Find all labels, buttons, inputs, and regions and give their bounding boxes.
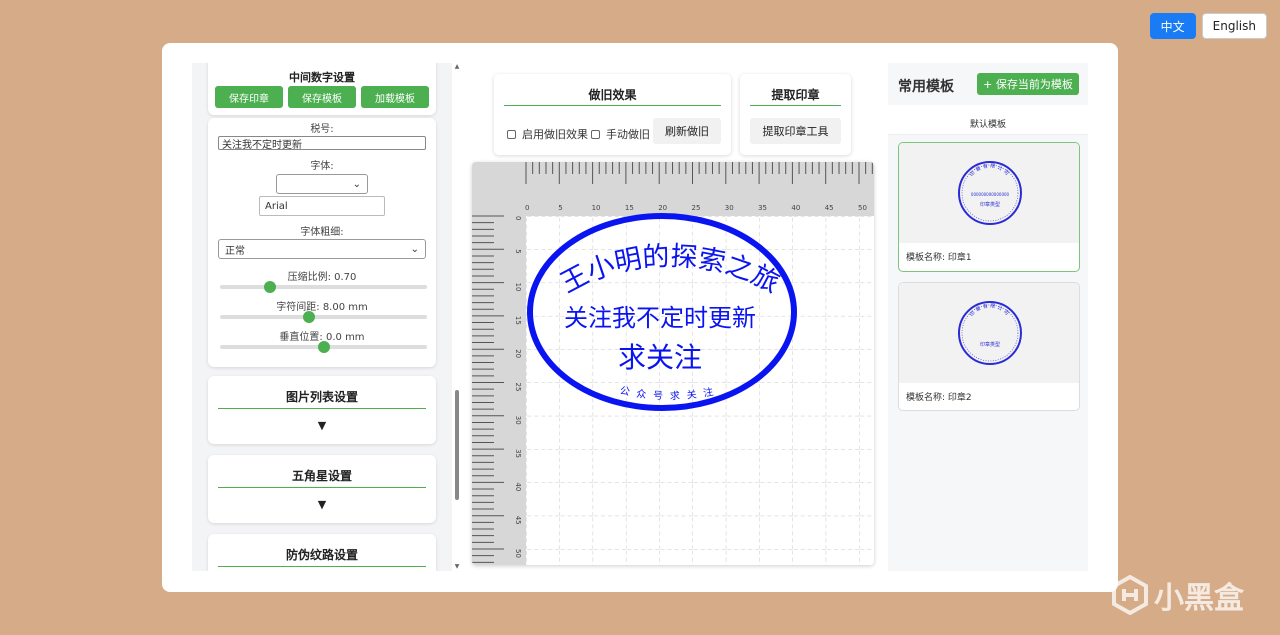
sidebar-scrollbar[interactable]: ▲ ▼ [454, 63, 460, 571]
extract-stamp-card: 提取印章 提取印章工具 [740, 74, 851, 155]
templates-sidebar: 常用模板 + 保存当前为模板 默认模板 印章有限公司 0000000000000… [888, 63, 1088, 571]
aging-title: 做旧效果 [588, 88, 637, 102]
svg-text:印章类型: 印章类型 [980, 341, 1000, 348]
template-stamp-1: 印章有限公司 000000000000000 印章类型 [958, 161, 1022, 225]
expand-arrow-icon[interactable]: ▼ [208, 409, 436, 432]
save-stamp-button[interactable]: 保存印章 [215, 86, 283, 108]
template-preview-1: 印章有限公司 000000000000000 印章类型 [899, 143, 1079, 243]
compress-label: 压缩比例: 0.70 [287, 272, 357, 283]
template-card-1[interactable]: 印章有限公司 000000000000000 印章类型 模板名称: 印章1 [898, 142, 1080, 272]
ruler-left-label: 5 [514, 249, 522, 253]
ruler-left-label: 30 [514, 416, 522, 425]
middle-text-title: 中间数字设置 [289, 71, 355, 84]
watermark: 小黑盒 [1112, 573, 1244, 617]
compress-slider[interactable] [220, 281, 427, 293]
font-label: 字体: [310, 161, 334, 172]
chevron-down-icon: ⌄ [352, 178, 361, 190]
ruler-top-label: 30 [725, 204, 734, 212]
middle-text-panel: 中间数字设置 保存印章 保存模板 加载模板 [208, 63, 436, 115]
image-list-title: 图片列表设置 [285, 390, 358, 404]
save-current-template-button[interactable]: + 保存当前为模板 [977, 73, 1079, 95]
anti-fake-title: 防伪纹路设置 [285, 548, 358, 562]
spacing-slider-thumb[interactable] [303, 311, 315, 323]
font-name-input[interactable]: Arial [259, 196, 385, 216]
app-card: 中间数字设置 保存印章 保存模板 加载模板 税号: 关注我不定时更新 字体: ⌄… [162, 43, 1118, 592]
star-panel[interactable]: 五角星设置 ▼ [208, 455, 436, 523]
template-stamp-2: 印章有限公司 印章类型 [958, 301, 1022, 365]
spacing-slider[interactable] [220, 311, 427, 323]
expand-arrow-icon[interactable]: ▼ [208, 488, 436, 511]
checkbox-icon[interactable] [507, 129, 516, 139]
template-card-2[interactable]: 印章有限公司 印章类型 模板名称: 印章2 [898, 282, 1080, 411]
image-list-panel[interactable]: 图片列表设置 ▼ [208, 376, 436, 444]
ruler-left-label: 50 [514, 549, 522, 558]
ruler-left-label: 15 [514, 316, 522, 325]
compress-slider-thumb[interactable] [263, 281, 276, 293]
scroll-down-icon[interactable]: ▼ [454, 563, 460, 570]
scroll-up-icon[interactable]: ▲ [454, 63, 460, 70]
ruler-left-label: 10 [514, 283, 522, 292]
ruler-top-label: 15 [625, 204, 634, 212]
ruler-top-label: 35 [758, 204, 767, 212]
stamp-line2-text: 求关注 [618, 341, 702, 374]
tax-label: 税号: [310, 124, 334, 135]
vertical-slider-thumb[interactable] [317, 341, 330, 353]
text-settings-panel: 税号: 关注我不定时更新 字体: ⌄ Arial 字体粗细: 正常 ⌄ 压缩比例… [208, 118, 436, 367]
default-template-label: 默认模板 [969, 120, 1006, 130]
language-switcher: 中文 English [1149, 13, 1267, 39]
save-template-button[interactable]: 保存模板 [288, 86, 356, 108]
aging-effect-card: 做旧效果 启用做旧效果 手动做旧 刷新做旧 [494, 74, 731, 155]
ruler-top-label: 45 [825, 204, 834, 212]
ruler-top-label: 5 [558, 204, 562, 212]
font-select[interactable]: ⌄ [276, 174, 368, 194]
extract-tool-button[interactable]: 提取印章工具 [750, 118, 841, 144]
ruler-left-label: 35 [514, 449, 522, 458]
checkbox-icon[interactable] [591, 129, 600, 139]
ruler-top-label: 20 [658, 204, 667, 212]
lang-zh-button[interactable]: 中文 [1149, 13, 1196, 39]
vertical-slider[interactable] [220, 341, 427, 353]
star-title: 五角星设置 [291, 469, 352, 483]
anti-fake-panel[interactable]: 防伪纹路设置 [208, 534, 436, 571]
font-weight-value: 正常 [225, 245, 245, 257]
ruler-top-label: 25 [692, 204, 701, 212]
ruler-top-label: 40 [791, 204, 800, 212]
font-weight-select[interactable]: 正常 ⌄ [218, 239, 426, 259]
ruler-top-label: 50 [858, 204, 867, 212]
load-template-button[interactable]: 加载模板 [361, 86, 429, 108]
stamp-canvas-svg: 0 5 10 15 20 25 30 35 40 45 50 0 5 10 15 20 25 30 35 40 45 5… [472, 162, 874, 565]
ruler-left-label: 25 [514, 383, 522, 392]
ruler-left-label: 20 [514, 349, 522, 358]
spacing-label: 字符间距: 8.00 mm [276, 302, 368, 313]
enable-aging-checkbox[interactable]: 启用做旧效果 [507, 126, 588, 142]
ruler-left-label: 40 [514, 482, 522, 491]
scroll-thumb[interactable] [455, 390, 459, 500]
heybox-logo-icon [1112, 575, 1148, 615]
templates-title: 常用模板 [898, 79, 954, 95]
template-preview-2: 印章有限公司 印章类型 [899, 283, 1079, 383]
manual-aging-checkbox[interactable]: 手动做旧 [591, 126, 650, 142]
refresh-aging-button[interactable]: 刷新做旧 [653, 118, 721, 144]
svg-text:印章类型: 印章类型 [980, 201, 1000, 208]
settings-sidebar: 中间数字设置 保存印章 保存模板 加载模板 税号: 关注我不定时更新 字体: ⌄… [192, 63, 452, 571]
tax-input[interactable]: 关注我不定时更新 [218, 136, 426, 151]
svg-text:000000000000000: 000000000000000 [971, 192, 1010, 197]
template-name-2: 模板名称: 印章2 [906, 393, 972, 403]
lang-en-button[interactable]: English [1201, 13, 1267, 39]
extract-title: 提取印章 [771, 88, 820, 102]
ruler-top-label: 0 [525, 204, 529, 212]
weight-label: 字体粗细: [300, 227, 344, 238]
ruler-left-label: 45 [514, 516, 522, 525]
ruler-top-label: 10 [592, 204, 601, 212]
chevron-down-icon: ⌄ [410, 243, 419, 255]
ruler-left-label: 0 [514, 216, 522, 220]
template-name-1: 模板名称: 印章1 [906, 253, 972, 263]
stamp-line1-text: 关注我不定时更新 [564, 304, 756, 332]
stamp-canvas[interactable]: 0 5 10 15 20 25 30 35 40 45 50 0 5 10 15 20 25 30 35 40 45 5… [472, 162, 874, 565]
